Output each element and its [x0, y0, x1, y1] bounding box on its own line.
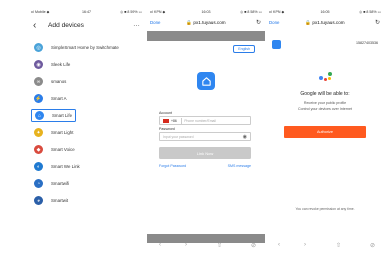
sms-login-link[interactable]: SMS message	[228, 164, 251, 168]
list-item-label: Smart Voice	[51, 147, 75, 152]
link-now-button[interactable]: Link Now	[159, 147, 251, 159]
list-item-content: ◔ Smartwifi	[34, 179, 69, 188]
forward-icon[interactable]: ›	[304, 242, 306, 248]
list-item-label: smanos	[51, 79, 67, 84]
list-item-content: ∞ smanos	[34, 77, 66, 86]
google-permission-title: Google will be able to:	[300, 91, 350, 97]
url-field: 🔒 px1.tuyaus.com	[305, 20, 345, 25]
password-input[interactable]: Input your password	[163, 135, 194, 139]
smart-life-icon: ⌂	[35, 111, 44, 120]
language-button[interactable]: English	[233, 45, 255, 53]
permission-line-2: Control your devices over Internet	[298, 107, 352, 111]
list-item-content: ⚡ Smart A	[34, 94, 67, 103]
back-arrow-icon[interactable]: ‹	[33, 19, 36, 33]
home-icon	[201, 76, 211, 86]
list-item[interactable]: ⚡ Smart A	[28, 90, 145, 107]
forward-icon[interactable]: ›	[185, 242, 187, 248]
browser-bar: Done 🔒 px1.tuyaus.com ↻	[266, 18, 384, 30]
list-item-content: ✦ Smart Light	[34, 128, 73, 137]
show-password-icon[interactable]: ◉	[243, 134, 247, 140]
smart-life-logo	[197, 72, 215, 90]
smart-voice-icon: ◆	[34, 145, 43, 154]
list-item-label: Smart We Link	[51, 164, 80, 169]
list-item[interactable]: ◎ SimpleSmart Home by Switchmate	[28, 39, 145, 56]
china-flag-icon	[163, 118, 169, 123]
smart-we-link-icon: ◐	[34, 162, 43, 171]
account-label: Account	[159, 111, 172, 115]
page-title: Add devices	[48, 22, 84, 29]
sleek-life-icon: ◉	[34, 60, 43, 69]
list-item-content: ◎ SimpleSmart Home by Switchmate	[34, 43, 119, 52]
list-item-label: Sleek Life	[51, 62, 71, 67]
status-bar: •ıl KPN ◆ 16:05 ◎ ■ 8 58% ▭	[266, 10, 384, 17]
add-devices-screen: •ıl Mobile ◆ 16:47 ◎ ■ 8 59% ▭ ‹ Add dev…	[28, 8, 145, 256]
page-backdrop-top	[147, 31, 265, 41]
google-authorize-screen: •ıl KPN ◆ 16:05 ◎ ■ 8 58% ▭ Done 🔒 px1.t…	[266, 8, 384, 256]
list-item[interactable]: ◕ Smartwit	[28, 192, 145, 209]
list-item[interactable]: ∞ smanos	[28, 73, 145, 90]
battery-status: ◎ ■ 8 59% ▭	[120, 10, 142, 14]
smanos-icon: ∞	[34, 77, 43, 86]
forgot-password-link[interactable]: Forgot Password	[159, 164, 186, 168]
battery-status: ◎ ■ 8 58% ▭	[359, 10, 381, 14]
selected-item-highlight: ⌂ Smart Life	[31, 109, 77, 122]
reload-icon[interactable]: ↻	[375, 19, 380, 26]
phone-input[interactable]: Phone number/Email	[184, 119, 216, 123]
switchmate-icon: ◎	[34, 43, 43, 52]
account-field[interactable]: +86 Phone number/Email	[159, 116, 251, 125]
list-item-label: Smart A	[51, 96, 67, 101]
list-item-content: ◉ Sleek Life	[34, 60, 70, 69]
list-item-content: ◕ Smartwit	[34, 196, 68, 205]
compass-icon[interactable]: ⊘	[251, 242, 256, 249]
share-icon[interactable]: ⇧	[217, 242, 222, 249]
list-item[interactable]: ◐ Smart We Link	[28, 158, 145, 175]
authorize-button[interactable]: Authorize	[284, 126, 366, 138]
nav-header: ‹ Add devices …	[28, 19, 145, 33]
smartwit-icon: ◕	[34, 196, 43, 205]
tuya-login-screen: •ıl KPN ◆ 16:03 ◎ ■ 8 58% ▭ Done 🔒 px1.t…	[147, 8, 265, 256]
google-assistant-icon	[319, 72, 333, 84]
smartwifi-icon: ◔	[34, 179, 43, 188]
list-item[interactable]: ◆ Smart Voice	[28, 141, 145, 158]
reload-icon[interactable]: ↻	[256, 19, 261, 26]
country-code[interactable]: +86	[171, 119, 177, 123]
list-item-label: Smart Life	[52, 113, 73, 118]
browser-bar: Done 🔒 px1.tuyaus.com ↻	[147, 18, 265, 30]
browser-toolbar: ‹ › ⇧ ⊘	[266, 242, 384, 254]
share-icon[interactable]: ⇧	[336, 242, 341, 249]
smart-light-icon: ✦	[34, 128, 43, 137]
list-item[interactable]: ⌂ Smart Life	[28, 107, 145, 124]
account-number: 15827403536	[356, 41, 378, 45]
login-card: English Account +86 Phone number/Email P…	[147, 41, 265, 234]
list-item[interactable]: ◉ Sleek Life	[28, 56, 145, 73]
url-field: 🔒 px1.tuyaus.com	[186, 20, 226, 25]
battery-status: ◎ ■ 8 58% ▭	[240, 10, 262, 14]
smart-a-icon: ⚡	[34, 94, 43, 103]
list-item-label: SimpleSmart Home by Switchmate	[51, 45, 119, 50]
status-bar: •ıl KPN ◆ 16:03 ◎ ■ 8 58% ▭	[147, 10, 265, 17]
permission-line-1: Receive your public profile	[303, 101, 347, 105]
revoke-note: You can revoke permission at any time.	[295, 207, 355, 211]
back-icon[interactable]: ‹	[278, 242, 280, 248]
password-label: Password	[159, 127, 175, 131]
more-options-icon[interactable]: …	[133, 19, 140, 31]
status-bar: •ıl Mobile ◆ 16:47 ◎ ■ 8 59% ▭	[28, 10, 145, 17]
list-item[interactable]: ✦ Smart Light	[28, 124, 145, 141]
list-item[interactable]: ◔ Smartwifi	[28, 175, 145, 192]
device-list: ◎ SimpleSmart Home by Switchmate ◉ Sleek Li…	[28, 39, 145, 209]
browser-toolbar: ‹ › ⇧ ⊘	[147, 242, 265, 254]
list-item-label: Smart Light	[51, 130, 74, 135]
smart-life-logo	[272, 40, 281, 49]
password-field[interactable]: Input your password ◉	[159, 132, 251, 141]
list-item-label: Smartwifi	[51, 181, 70, 186]
back-icon[interactable]: ‹	[159, 242, 161, 248]
list-item-label: Smartwit	[51, 198, 69, 203]
list-item-content: ◐ Smart We Link	[34, 162, 80, 171]
divider	[180, 117, 182, 124]
list-item-content: ◆ Smart Voice	[34, 145, 75, 154]
compass-icon[interactable]: ⊘	[370, 242, 375, 249]
